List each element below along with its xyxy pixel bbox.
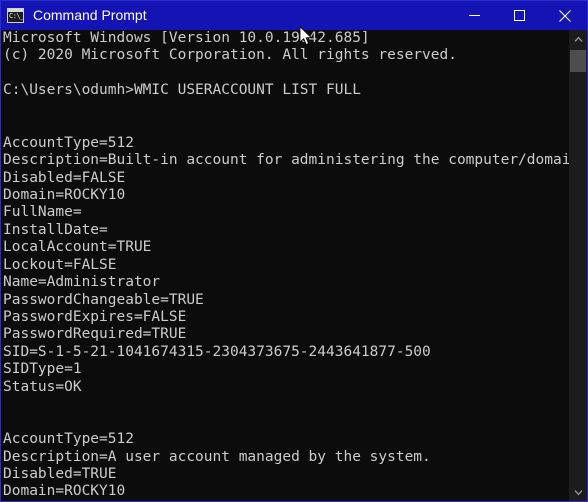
title-bar[interactable]: C:\_ Command Prompt [1, 1, 587, 30]
console-line: Status=OK [3, 378, 82, 395]
console-line: Disabled=FALSE [3, 169, 126, 186]
console-line: Lockout=FALSE [3, 256, 117, 273]
vertical-scrollbar[interactable] [569, 30, 587, 501]
window-title: Command Prompt [33, 7, 147, 23]
console-line: (c) 2020 Microsoft Corporation. All righ… [3, 47, 457, 64]
minimize-button[interactable] [452, 1, 497, 30]
console-line: PasswordChangeable=TRUE [3, 291, 204, 308]
maximize-button[interactable] [497, 1, 542, 30]
console-line: Description=A user account managed by th… [3, 448, 431, 465]
console-line: C:\Users\odumh>WMIC USERACCOUNT LIST FUL… [3, 82, 361, 99]
console-line: PasswordExpires=FALSE [3, 309, 187, 325]
scrollbar-track[interactable] [569, 48, 587, 483]
close-button[interactable] [542, 1, 587, 30]
console-line: SIDType=1 [3, 361, 82, 378]
console-line: Domain=ROCKY10 [3, 483, 126, 500]
command-prompt-window: C:\_ Command Prompt Microsoft Windows [V… [0, 0, 588, 502]
console-line: Name=Administrator [3, 274, 161, 291]
scroll-down-arrow-icon[interactable] [569, 483, 587, 501]
console-line: PasswordRequired=TRUE [3, 326, 187, 343]
console-output[interactable]: Microsoft Windows [Version 10.0.19042.68… [1, 30, 569, 501]
console-area[interactable]: Microsoft Windows [Version 10.0.19042.68… [1, 30, 587, 501]
scrollbar-thumb[interactable] [570, 50, 586, 72]
scroll-up-arrow-icon[interactable] [569, 30, 587, 48]
console-line: AccountType=512 [3, 134, 134, 151]
console-line: SID=S-1-5-21-1041674315-2304373675-24436… [3, 343, 431, 360]
console-line: Domain=ROCKY10 [3, 186, 126, 203]
console-line: InstallDate= [3, 221, 108, 238]
console-line: FullName= [3, 204, 82, 221]
console-line: Microsoft Windows [Version 10.0.19042.68… [3, 30, 370, 46]
console-line: Description=Built-in account for adminis… [3, 152, 569, 169]
console-line: Disabled=TRUE [3, 465, 117, 482]
icon-prompt-glyph: C:\_ [9, 12, 24, 20]
command-prompt-icon: C:\_ [7, 8, 24, 23]
console-line: AccountType=512 [3, 431, 134, 448]
console-line: LocalAccount=TRUE [3, 239, 152, 256]
